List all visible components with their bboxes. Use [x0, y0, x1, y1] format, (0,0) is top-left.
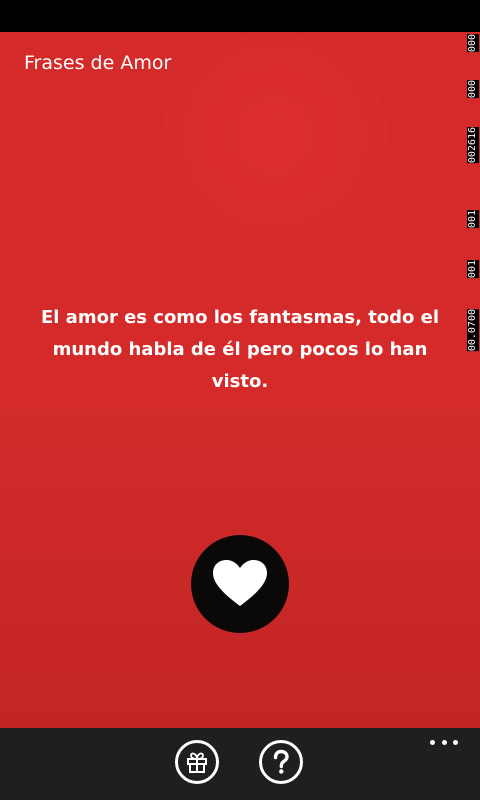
favorite-button[interactable] [191, 535, 289, 633]
debug-counter: 000 [467, 80, 479, 99]
quote-text: El amor es como los fantasmas, todo el m… [40, 307, 440, 392]
debug-counter: 001 [467, 210, 479, 229]
debug-counter: 00.0700 [467, 309, 479, 352]
more-dots-icon [441, 739, 447, 745]
help-button[interactable] [259, 740, 303, 784]
more-menu-button[interactable] [430, 738, 458, 746]
debug-counter: 000 [467, 34, 479, 53]
gift-button[interactable] [175, 740, 219, 784]
heart-icon [213, 560, 267, 606]
app-bar [0, 728, 480, 800]
app-title: Frases de Amor [24, 52, 172, 74]
status-bar [0, 0, 480, 32]
more-dots-icon [430, 739, 435, 745]
main-area: Frases de Amor El amor es como los fanta… [0, 32, 480, 728]
more-dots-icon [453, 739, 458, 745]
background-circle [160, 32, 390, 262]
debug-counter: 002616 [467, 127, 479, 164]
question-icon [273, 749, 289, 774]
gift-icon [187, 752, 207, 773]
debug-counter: 001 [467, 260, 479, 279]
debug-counters: 000 000 002616 001 001 00.0700 [466, 32, 480, 402]
